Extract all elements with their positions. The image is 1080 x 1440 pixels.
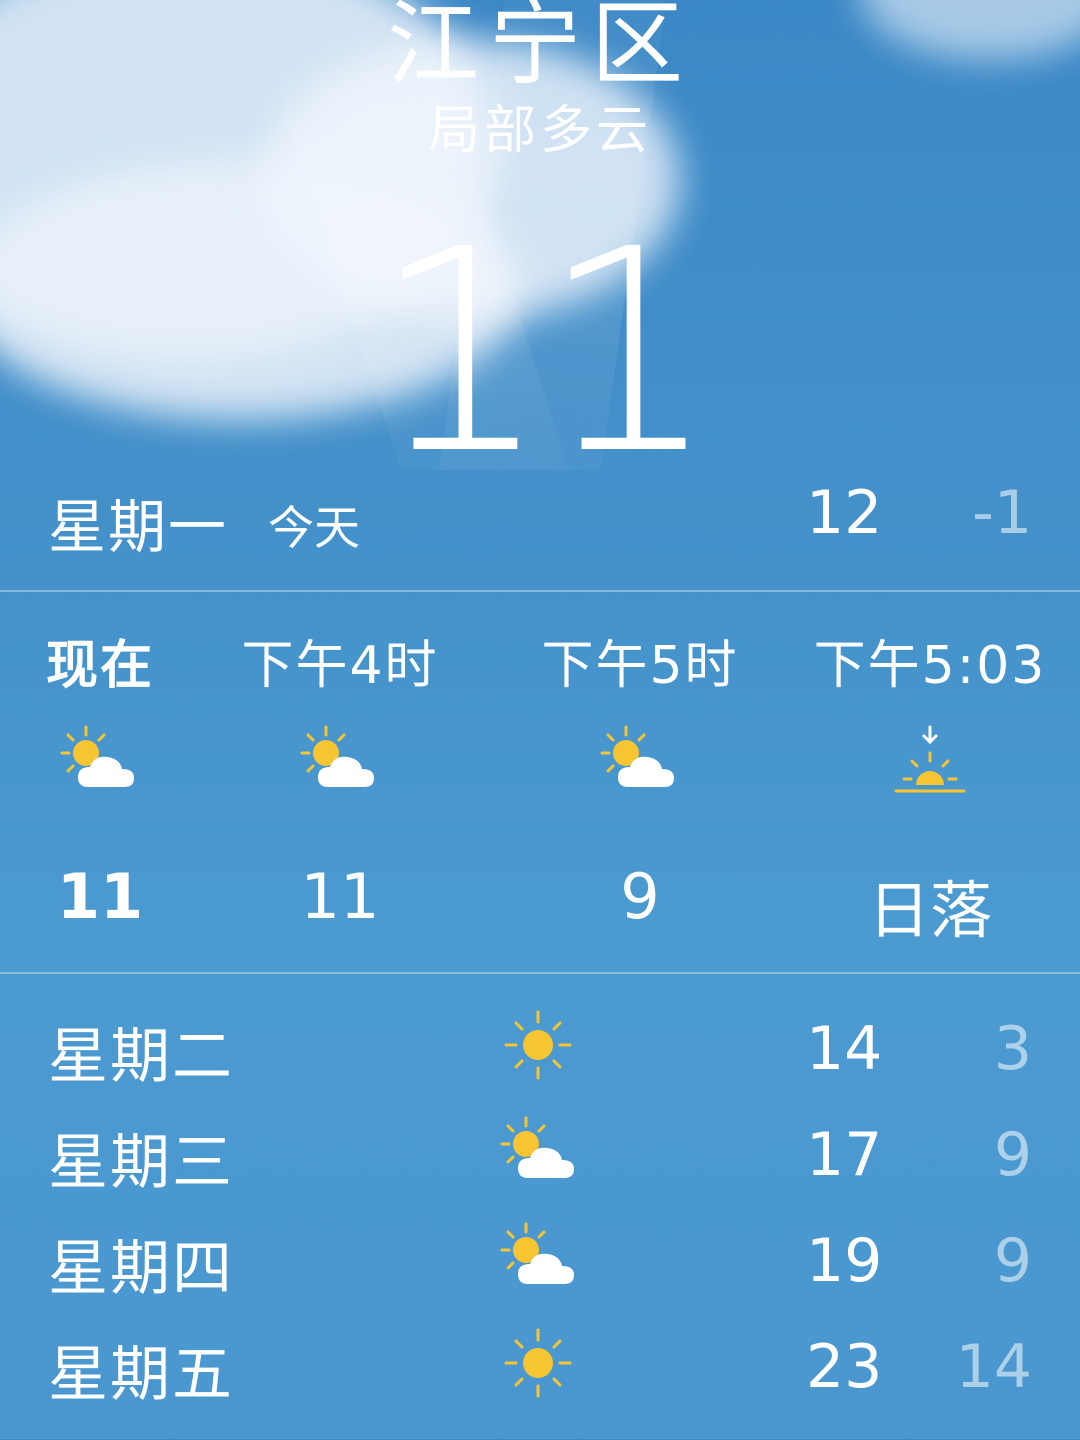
divider-top: [0, 590, 1080, 592]
daily-row: 星期五 23 14: [0, 1308, 1080, 1414]
partly-cloudy-icon: [500, 1116, 580, 1186]
hour-time: 下午5时: [541, 636, 739, 696]
hour-temp: 日落: [867, 874, 992, 947]
day-low-temp: 14: [955, 1332, 1032, 1402]
hourly-forecast[interactable]: 现在 11 下午4时 11 下午5时 9 下午5:03 日落: [0, 595, 1080, 973]
day-low-temp: 9: [993, 1120, 1032, 1190]
day-low-temp: 3: [993, 1014, 1032, 1084]
sun-icon: [500, 1328, 580, 1398]
divider-bottom: [0, 972, 1080, 974]
today-high-temp: 12: [806, 478, 883, 548]
day-name: 星期四: [48, 1234, 234, 1304]
day-high-temp: 23: [806, 1332, 883, 1402]
hour-time: 下午5:03: [813, 636, 1047, 696]
hourly-item: 下午5时 9: [490, 595, 790, 973]
day-name: 星期三: [48, 1128, 234, 1198]
partly-cloudy-icon: [500, 1222, 580, 1292]
hourly-item: 下午4时 11: [190, 595, 490, 973]
day-high-temp: 17: [806, 1120, 883, 1190]
today-summary-row: 星期一 今天 12 -1: [0, 470, 1080, 590]
day-name: 星期二: [48, 1022, 234, 1092]
current-temperature: 11: [371, 190, 718, 516]
sunset-icon: [780, 725, 1080, 805]
daily-forecast[interactable]: 星期二 14 3 星期三 17 9 星期四 19 9 星期五 23 14: [0, 980, 1080, 1440]
hour-temp: 11: [300, 860, 380, 933]
day-low-temp: 9: [993, 1226, 1032, 1296]
hourly-item: 下午5:03 日落: [780, 595, 1080, 973]
hour-temp: 9: [620, 860, 660, 933]
daily-row: 星期二 14 3: [0, 990, 1080, 1096]
day-high-temp: 19: [806, 1226, 883, 1296]
partly-cloudy-icon: [490, 725, 790, 805]
daily-row: 星期四 19 9: [0, 1202, 1080, 1308]
day-high-temp: 14: [806, 1014, 883, 1084]
weather-condition: 局部多云: [427, 101, 652, 161]
day-name: 星期五: [48, 1340, 234, 1410]
partly-cloudy-icon: [190, 725, 490, 805]
today-label: 今天: [268, 501, 360, 555]
today-day-name: 星期一: [48, 493, 229, 561]
hour-time: 下午4时: [241, 636, 439, 696]
today-low-temp: -1: [972, 478, 1032, 548]
daily-row: 星期三 17 9: [0, 1096, 1080, 1202]
sun-icon: [500, 1010, 580, 1080]
